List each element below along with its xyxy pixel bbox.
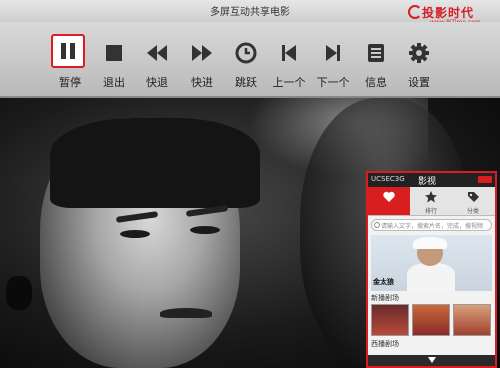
video-actor-mustache (160, 308, 212, 318)
banner-caption: 金太狼 (373, 278, 394, 286)
settings-button[interactable]: 设置 (397, 34, 441, 94)
battery-icon (478, 176, 492, 183)
settings-label: 设置 (408, 76, 430, 89)
gear-icon (404, 38, 434, 68)
phone-bottom-bar (368, 355, 495, 366)
previous-button[interactable]: 上一个 (267, 34, 311, 94)
video-frame[interactable]: UCSEC3G 影视 排行 分类 请输入文字，搜索片名，完成，搜视频 金太狼 新… (0, 98, 500, 368)
rewind-icon (142, 38, 172, 68)
title-bar: 多屏互动共享电影 投影时代 www.PjTime.com (0, 0, 500, 26)
tag-icon (468, 192, 479, 202)
video-actor-eye (120, 230, 150, 238)
video-actor-eye (190, 226, 220, 234)
phone-section-title: 西播剧场 (371, 340, 399, 348)
pause-button[interactable]: 暂停 (48, 34, 92, 94)
banner-figure-cap (413, 237, 447, 249)
phone-tab-label: 排行 (424, 208, 437, 215)
video-actor-brow (115, 211, 159, 223)
fast-forward-button[interactable]: 快进 (180, 34, 224, 94)
next-button[interactable]: 下一个 (311, 34, 355, 94)
banner-figure-body (407, 263, 455, 291)
video-earpiece (6, 276, 32, 310)
thumbnail[interactable] (453, 304, 491, 336)
phone-tab-label: 分类 (466, 208, 479, 215)
skip-next-icon (318, 38, 348, 68)
brand-swirl-icon (408, 5, 422, 19)
phone-search-placeholder: 请输入文字，搜索片名，完成，搜视频 (381, 223, 484, 230)
thumbnail[interactable] (371, 304, 409, 336)
stop-icon (99, 38, 129, 68)
phone-search-input[interactable]: 请输入文字，搜索片名，完成，搜视频 (371, 219, 492, 231)
jump-button[interactable]: 跳跃 (224, 34, 268, 94)
thumbnail[interactable] (412, 304, 450, 336)
fast-forward-icon (187, 38, 217, 68)
clock-icon (231, 38, 261, 68)
phone-app-overlay: UCSEC3G 影视 排行 分类 请输入文字，搜索片名，完成，搜视频 金太狼 新… (366, 171, 497, 368)
phone-tab-bar: 排行 分类 (368, 187, 495, 216)
skip-previous-icon (274, 38, 304, 68)
stop-button[interactable]: 退出 (92, 34, 136, 94)
phone-carrier: UCSEC3G (371, 175, 405, 183)
search-icon (374, 222, 380, 228)
star-icon (425, 191, 437, 203)
player-toolbar: 暂停 退出 快退 快进 跳跃 上一个 下一个 信息 设置 (0, 22, 500, 98)
phone-tab-ranking[interactable]: 排行 (410, 187, 452, 215)
phone-app-title: 影视 (418, 177, 437, 187)
info-button[interactable]: 信息 (354, 34, 398, 94)
info-document-icon (361, 38, 391, 68)
phone-featured-banner[interactable]: 金太狼 (371, 235, 492, 291)
rewind-button[interactable]: 快退 (135, 34, 179, 94)
phone-status-bar: UCSEC3G 影视 (368, 173, 495, 187)
screen: 多屏互动共享电影 投影时代 www.PjTime.com 暂停 退出 快退 (0, 0, 500, 368)
phone-thumbnail-row (371, 304, 492, 336)
video-actor-hair (50, 118, 260, 208)
pause-icon (51, 34, 85, 68)
video-actor-face (40, 118, 260, 368)
phone-tab-favorites[interactable] (368, 187, 410, 215)
heart-icon (383, 191, 395, 202)
chevron-down-icon[interactable] (428, 357, 436, 363)
phone-section-title: 新播剧场 (371, 294, 399, 302)
phone-tab-category[interactable]: 分类 (452, 187, 494, 215)
